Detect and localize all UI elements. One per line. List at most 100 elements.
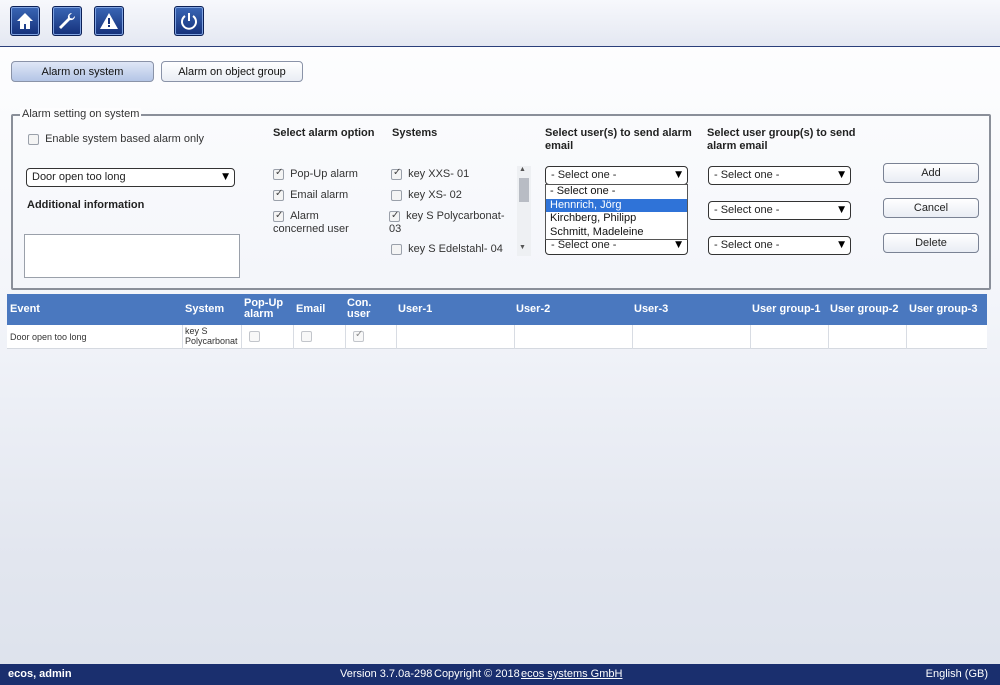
col-system: System (185, 303, 225, 315)
logout-button[interactable] (174, 6, 204, 36)
settings-button[interactable] (52, 6, 82, 36)
cell-user-2 (515, 325, 633, 349)
col-user-group-1: User group-1 (752, 303, 821, 315)
fieldset-legend: Alarm setting on system (20, 108, 142, 120)
col-event: Event (10, 303, 40, 315)
system-item: key XXS- 01 (391, 167, 470, 180)
col-email: Email (296, 303, 326, 315)
cell-user-group-2 (829, 325, 907, 349)
popup-alarm-label: Pop-Up alarm (290, 168, 358, 180)
chevron-down-icon: ▼ (222, 172, 229, 182)
cell-user-group-1 (751, 325, 829, 349)
user-select-value: - Select one - (551, 169, 617, 181)
warning-icon (100, 13, 118, 29)
language-selector[interactable]: English (GB) (926, 668, 988, 680)
table-row[interactable]: Door open too long key S Polycarbonat (7, 325, 987, 349)
col-user-2: User-2 (516, 303, 551, 315)
users-header: Select user(s) to send alarm email (545, 127, 692, 152)
systems-scrollbar[interactable]: ▲ ▼ (517, 166, 531, 256)
system-item: key XS- 02 (391, 189, 462, 201)
email-alarm-label: Email alarm (290, 189, 349, 201)
groups-header: Select user group(s) to send alarm email (707, 127, 856, 152)
delete-button[interactable]: Delete (883, 233, 979, 253)
systems-header: Systems (392, 127, 438, 139)
add-button[interactable]: Add (883, 163, 979, 183)
cell-system: key S Polycarbonat (183, 325, 242, 349)
dropdown-option[interactable]: Kirchberg, Philipp (546, 212, 687, 226)
event-value: Door open too long (10, 332, 87, 342)
chevron-down-icon: ▼ (675, 170, 682, 180)
home-icon (17, 13, 33, 29)
table-header: Event System Pop-Up alarm Email Con. use… (7, 294, 987, 325)
cell-email (294, 325, 346, 349)
dropdown-option[interactable]: - Select one - (546, 185, 687, 199)
home-button[interactable] (10, 6, 40, 36)
col-user-3: User-3 (634, 303, 669, 315)
group-select[interactable]: - Select one - ▼ (708, 166, 851, 185)
group-select-value: - Select one - (714, 204, 780, 216)
footer-copyright: Copyright © 2018 (434, 668, 520, 680)
popup-alarm-checkbox[interactable] (273, 167, 284, 180)
cell-popup (242, 325, 294, 349)
user-dropdown-list: - Select one - Hennrich, Jörg Kirchberg,… (545, 184, 688, 240)
scroll-thumb[interactable] (519, 178, 529, 202)
email-checkbox (301, 331, 312, 342)
dropdown-option-selected[interactable]: Hennrich, Jörg (546, 198, 687, 212)
group-select[interactable]: - Select one - ▼ (708, 236, 851, 255)
system-label: key XS- 02 (408, 189, 462, 201)
top-toolbar (0, 0, 1000, 47)
event-select-value: Door open too long (32, 171, 126, 183)
tab-alarm-on-object-group[interactable]: Alarm on object group (161, 61, 303, 82)
dropdown-option[interactable]: Schmitt, Madeleine (546, 226, 687, 240)
power-icon (181, 13, 197, 30)
system-item: key S Edelstahl- 04 (391, 243, 503, 255)
option-popup-row: Pop-Up alarm (273, 167, 358, 180)
tab-alarm-on-system[interactable]: Alarm on system (11, 61, 154, 82)
col-popup: Pop-Up alarm (244, 297, 284, 320)
col-user-group-2: User group-2 (830, 303, 899, 315)
system-checkbox[interactable] (389, 209, 400, 222)
event-select[interactable]: Door open too long ▼ (26, 168, 235, 187)
system-label: key XXS- 01 (408, 168, 470, 180)
col-user-group-3: User group-3 (909, 303, 978, 315)
system-item: key S Polycarbonat-03 (389, 209, 509, 236)
group-select-value: - Select one - (714, 169, 780, 181)
alarm-option-header: Select alarm option (273, 127, 375, 139)
group-select[interactable]: - Select one - ▼ (708, 201, 851, 220)
footer-user: ecos, admin (8, 668, 72, 680)
user-select-value: - Select one - (551, 239, 617, 251)
cell-con-user (346, 325, 397, 349)
col-user-1: User-1 (398, 303, 433, 315)
email-alarm-checkbox[interactable] (273, 188, 284, 201)
alarm-button[interactable] (94, 6, 124, 36)
con-user-checkbox (353, 329, 364, 342)
system-label: key S Edelstahl- 04 (408, 243, 503, 255)
cell-user-group-3 (907, 325, 987, 349)
wrench-icon (59, 12, 76, 29)
cell-event: Door open too long (7, 325, 183, 349)
concerned-user-checkbox[interactable] (273, 209, 284, 222)
concerned-user-label: Alarm concerned user (273, 210, 349, 235)
footer-company-link[interactable]: ecos systems GmbH (521, 668, 622, 680)
system-checkbox[interactable] (391, 189, 402, 201)
enable-system-only-label: Enable system based alarm only (45, 133, 205, 145)
option-concerned-row: Alarm concerned user (273, 209, 373, 236)
scroll-up-icon[interactable]: ▲ (519, 166, 526, 173)
chevron-down-icon: ▼ (838, 240, 845, 250)
group-select-value: - Select one - (714, 239, 780, 251)
additional-info-label: Additional information (27, 199, 145, 211)
popup-checkbox (249, 331, 260, 342)
col-con-user: Con. user (347, 297, 372, 320)
scroll-down-icon[interactable]: ▼ (519, 244, 526, 251)
footer: ecos, admin Version 3.7.0a-298 Copyright… (0, 664, 1000, 685)
enable-system-only-checkbox[interactable] (28, 133, 39, 145)
additional-info-textarea[interactable] (24, 234, 240, 278)
enable-system-only-row: Enable system based alarm only (28, 133, 204, 145)
cell-user-1 (397, 325, 515, 349)
system-label: key S Polycarbonat-03 (389, 210, 505, 235)
system-checkbox[interactable] (391, 243, 402, 255)
system-checkbox[interactable] (391, 167, 402, 180)
cancel-button[interactable]: Cancel (883, 198, 979, 218)
user-select[interactable]: - Select one - ▼ (545, 166, 688, 185)
footer-version: Version 3.7.0a-298 (340, 668, 433, 680)
